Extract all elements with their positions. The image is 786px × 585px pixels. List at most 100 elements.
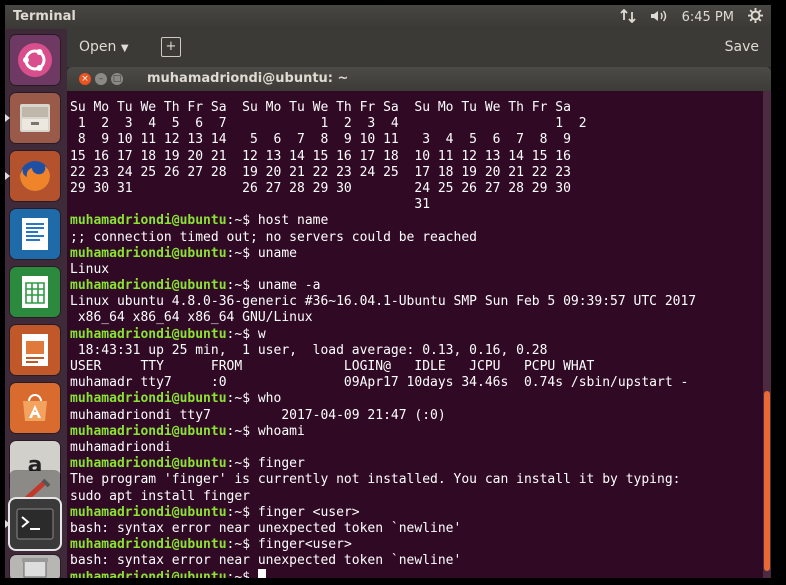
prompt-suffix: :~$ bbox=[226, 504, 258, 520]
terminal-output-line: bash: syntax error near unexpected token… bbox=[70, 553, 462, 569]
libreoffice-impress-button[interactable] bbox=[10, 325, 60, 375]
terminal-output-line: x86_64 x86_64 x86_64 GNU/Linux bbox=[70, 310, 313, 326]
libreoffice-impress-icon bbox=[10, 325, 60, 375]
software-center-icon bbox=[10, 383, 60, 433]
prompt-suffix: :~$ bbox=[226, 278, 258, 294]
terminal-output-line: Linux ubuntu 4.8.0-36-generic #36~16.04.… bbox=[70, 294, 697, 310]
ubuntu-dash-icon bbox=[10, 35, 60, 85]
libreoffice-writer-button[interactable] bbox=[10, 209, 60, 259]
trash-button[interactable] bbox=[10, 555, 60, 578]
prompt-suffix: :~$ bbox=[226, 391, 258, 407]
terminal-output-line: USER TTY FROM LOGIN@ IDLE JCPU PCPU WHAT bbox=[70, 359, 595, 374]
minimize-icon[interactable]: – bbox=[95, 73, 107, 85]
terminal-output-line: 29 30 31 26 27 28 29 30 24 25 26 27 28 2… bbox=[70, 180, 571, 196]
command-text: uname bbox=[257, 245, 297, 261]
ubuntu-dash-button[interactable] bbox=[10, 35, 60, 85]
terminal-scrollbar[interactable] bbox=[763, 91, 771, 578]
system-tray: 6:45 PM bbox=[619, 8, 763, 27]
files-icon bbox=[10, 93, 60, 143]
command-text: finger<user> bbox=[257, 537, 352, 553]
terminal-output-line: bash: syntax error near unexpected token… bbox=[70, 520, 462, 536]
terminal-command-line: muhamadriondi@ubuntu:~$ host name bbox=[70, 213, 760, 229]
trash-icon bbox=[10, 555, 60, 578]
terminal-output-line: muhamadriondi bbox=[70, 439, 172, 455]
window-controls: × – □ bbox=[79, 73, 123, 85]
text-cursor bbox=[257, 569, 266, 578]
active-app-title: Terminal bbox=[13, 9, 76, 24]
prompt-suffix: :~$ bbox=[226, 423, 258, 439]
volume-icon[interactable] bbox=[650, 9, 668, 27]
prompt-user: muhamadriondi@ubuntu bbox=[70, 245, 227, 261]
terminal-output-line: Su Mo Tu We Th Fr Sa Su Mo Tu We Th Fr S… bbox=[70, 100, 571, 115]
terminal-command-line: muhamadriondi@ubuntu:~$ bbox=[70, 569, 760, 578]
libreoffice-calc-icon bbox=[10, 267, 60, 317]
clock[interactable]: 6:45 PM bbox=[682, 10, 734, 25]
plus-icon: + bbox=[165, 39, 177, 54]
terminal-output-line: ;; connection timed out; no servers coul… bbox=[70, 229, 477, 245]
prompt-suffix: :~$ bbox=[226, 213, 258, 229]
network-arrows-icon[interactable] bbox=[619, 8, 636, 27]
command-text: host name bbox=[257, 213, 329, 229]
terminal-button[interactable] bbox=[5, 499, 60, 549]
firefox-icon bbox=[10, 151, 60, 201]
prompt-user: muhamadriondi@ubuntu bbox=[70, 456, 227, 472]
firefox-button[interactable] bbox=[5, 151, 60, 201]
terminal-command-line: muhamadriondi@ubuntu:~$ finger<user> bbox=[70, 537, 760, 553]
close-icon[interactable]: × bbox=[79, 73, 91, 85]
terminal-titlebar[interactable]: × – □ muhamadriondi@ubuntu: ~ bbox=[67, 67, 771, 91]
terminal-output-area[interactable]: Su Mo Tu We Th Fr Sa Su Mo Tu We Th Fr S… bbox=[67, 91, 771, 578]
scrollbar-thumb[interactable] bbox=[764, 391, 770, 571]
libreoffice-calc-button[interactable] bbox=[10, 267, 60, 317]
prompt-suffix: :~$ bbox=[226, 570, 258, 578]
open-label: Open bbox=[79, 39, 117, 55]
terminal-command-line: muhamadriondi@ubuntu:~$ uname bbox=[70, 246, 760, 262]
prompt-user: muhamadriondi@ubuntu bbox=[70, 537, 227, 553]
open-menu-button[interactable]: Open ▼ bbox=[79, 39, 129, 55]
prompt-suffix: :~$ bbox=[226, 326, 258, 342]
terminal-icon bbox=[10, 499, 60, 549]
terminal-command-line: muhamadriondi@ubuntu:~$ uname -a bbox=[70, 278, 760, 294]
command-text: finger <user> bbox=[257, 504, 360, 520]
prompt-user: muhamadriondi@ubuntu bbox=[70, 423, 227, 439]
prompt-user: muhamadriondi@ubuntu bbox=[70, 213, 227, 229]
terminal-command-line: muhamadriondi@ubuntu:~$ finger <user> bbox=[70, 505, 760, 521]
terminal-window: × – □ muhamadriondi@ubuntu: ~ Su Mo Tu W… bbox=[67, 67, 771, 578]
new-document-button[interactable]: + bbox=[161, 37, 181, 57]
terminal-output-line: 1 2 3 4 5 6 7 1 2 3 4 1 2 bbox=[70, 116, 587, 132]
terminal-output-line: 18:43:31 up 25 min, 1 user, load average… bbox=[70, 342, 548, 358]
command-text: uname -a bbox=[257, 278, 321, 294]
prompt-suffix: :~$ bbox=[226, 245, 258, 261]
prompt-user: muhamadriondi@ubuntu bbox=[70, 326, 227, 342]
prompt-suffix: :~$ bbox=[226, 537, 258, 553]
terminal-output-line: Linux bbox=[70, 261, 110, 277]
prompt-suffix: :~$ bbox=[226, 456, 258, 472]
command-text: finger bbox=[257, 456, 305, 472]
terminal-command-line: muhamadriondi@ubuntu:~$ who bbox=[70, 391, 760, 407]
command-text: whoami bbox=[257, 423, 305, 439]
software-center-button[interactable] bbox=[10, 383, 60, 433]
terminal-output-line: sudo apt install finger bbox=[70, 488, 251, 504]
chevron-down-icon: ▼ bbox=[120, 43, 129, 54]
editor-header-bar: Open ▼ + Save bbox=[67, 29, 771, 67]
prompt-user: muhamadriondi@ubuntu bbox=[70, 504, 227, 520]
command-text: w bbox=[257, 326, 266, 342]
terminal-output-line: 8 9 10 11 12 13 14 5 6 7 8 9 10 11 3 4 5… bbox=[70, 132, 571, 148]
terminal-output-line: 22 23 24 25 26 27 28 19 20 21 22 23 24 2… bbox=[70, 164, 571, 180]
terminal-command-line: muhamadriondi@ubuntu:~$ whoami bbox=[70, 424, 760, 440]
terminal-command-line: muhamadriondi@ubuntu:~$ w bbox=[70, 327, 760, 343]
terminal-command-line: muhamadriondi@ubuntu:~$ finger bbox=[70, 456, 760, 472]
maximize-icon[interactable]: □ bbox=[111, 73, 123, 85]
terminal-output-line: 31 bbox=[70, 197, 431, 213]
terminal-text: Su Mo Tu We Th Fr Sa Su Mo Tu We Th Fr S… bbox=[70, 100, 760, 578]
command-text: who bbox=[257, 391, 282, 407]
prompt-user: muhamadriondi@ubuntu bbox=[70, 570, 227, 578]
files-button[interactable] bbox=[5, 93, 60, 143]
libreoffice-writer-icon bbox=[10, 209, 60, 259]
terminal-output-line: muhamadr tty7 :0 09Apr17 10days 34.46s 0… bbox=[70, 375, 689, 391]
terminal-output-line: The program 'finger' is currently not in… bbox=[70, 472, 681, 488]
save-button[interactable]: Save bbox=[725, 39, 759, 55]
desktop: Terminal 6:45 PM a Open ▼ + Save × – □ m… bbox=[5, 5, 771, 578]
gear-icon[interactable] bbox=[748, 8, 763, 27]
terminal-output-line: 15 16 17 18 19 20 21 12 13 14 15 16 17 1… bbox=[70, 148, 571, 164]
terminal-title: muhamadriondi@ubuntu: ~ bbox=[147, 71, 349, 86]
